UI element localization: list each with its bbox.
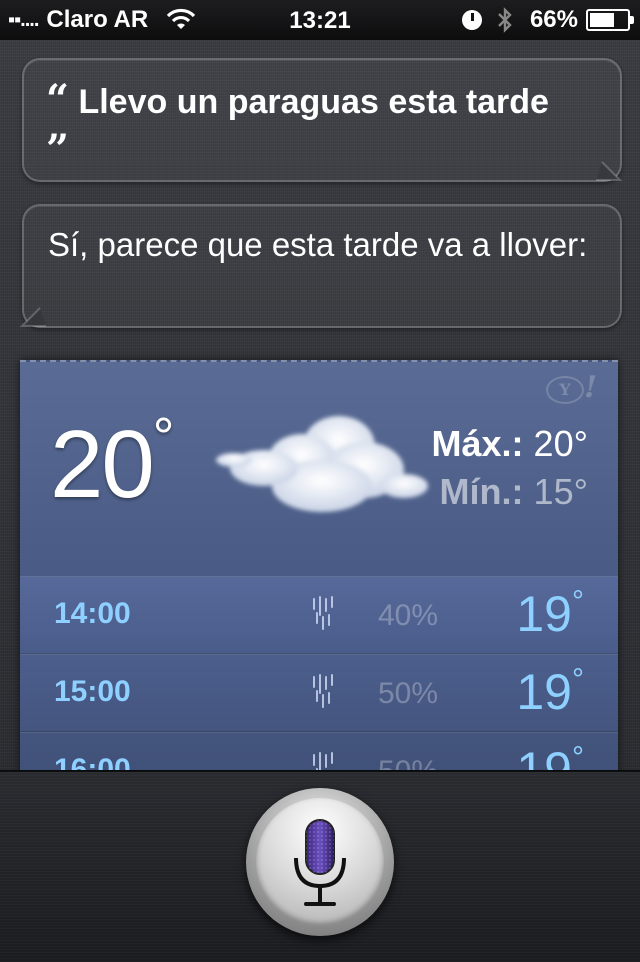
rain-icon bbox=[313, 596, 333, 630]
yahoo-logo-mark: Y bbox=[546, 376, 584, 404]
current-temperature: 20° bbox=[50, 407, 175, 520]
hour-temp: 19° bbox=[516, 663, 584, 721]
siri-response-text: Sí, parece que esta tarde va a llover: bbox=[48, 226, 588, 263]
open-quote: “ bbox=[46, 76, 70, 123]
bubble-tail bbox=[596, 161, 622, 181]
hourly-row: 15:00 50% 19° bbox=[20, 654, 618, 732]
user-query-bubble[interactable]: “ Llevo un paraguas esta tarde ” bbox=[22, 58, 622, 182]
microphone-icon bbox=[294, 819, 346, 906]
siri-bottom-bar bbox=[0, 770, 640, 962]
hour-temp: 19° bbox=[516, 585, 584, 643]
weather-card[interactable]: Y ! 20° Máx.: 20° Mín.: 15° 14:00 40% 19… bbox=[20, 360, 618, 774]
close-quote: ” bbox=[46, 126, 70, 173]
min-value: 15° bbox=[533, 471, 588, 512]
min-label: Mín.: bbox=[439, 471, 524, 512]
bluetooth-icon bbox=[498, 7, 512, 33]
user-query: “ Llevo un paraguas esta tarde ” bbox=[46, 76, 566, 176]
max-label: Máx.: bbox=[431, 423, 524, 464]
hourly-row: 16:00 50% 19° bbox=[20, 732, 618, 774]
hourly-forecast[interactable]: 14:00 40% 19° 15:00 50% 19° 16:00 50% 19… bbox=[20, 576, 618, 774]
yahoo-logo-bang: ! bbox=[584, 370, 598, 405]
bubble-tail bbox=[20, 307, 46, 327]
degree-symbol: ° bbox=[572, 585, 584, 618]
rain-chance: 50% bbox=[378, 677, 439, 710]
battery-fill bbox=[590, 13, 614, 27]
battery-percent: 66% bbox=[529, 6, 578, 33]
hour-temp-value: 19 bbox=[516, 664, 572, 720]
battery-icon bbox=[586, 9, 634, 31]
hour-time: 14:00 bbox=[54, 597, 131, 630]
degree-symbol: ° bbox=[152, 407, 175, 467]
user-query-text: Llevo un paraguas esta tarde bbox=[78, 83, 549, 121]
siri-response-bubble: Sí, parece que esta tarde va a llover: bbox=[20, 204, 622, 328]
clock-icon bbox=[461, 10, 482, 30]
microphone-button-face bbox=[256, 798, 384, 926]
min-temp: Mín.: 15° bbox=[432, 468, 588, 516]
rain-chance: 40% bbox=[378, 599, 439, 632]
hourly-row: 14:00 40% 19° bbox=[20, 576, 618, 654]
degree-symbol: ° bbox=[572, 663, 584, 696]
rain-icon bbox=[313, 674, 333, 708]
microphone-button[interactable] bbox=[246, 788, 394, 936]
max-value: 20° bbox=[533, 423, 588, 464]
max-temp: Máx.: 20° bbox=[432, 420, 589, 468]
hour-temp-value: 19 bbox=[516, 586, 572, 642]
current-temp-value: 20 bbox=[50, 411, 155, 518]
hour-time: 15:00 bbox=[54, 675, 131, 708]
temperature-range: Máx.: 20° Mín.: 15° bbox=[432, 420, 589, 516]
cloud-icon bbox=[216, 416, 428, 512]
yahoo-logo: Y ! bbox=[546, 370, 604, 405]
status-bar: ▪▪.... Claro AR 13:21 66% bbox=[0, 0, 640, 40]
